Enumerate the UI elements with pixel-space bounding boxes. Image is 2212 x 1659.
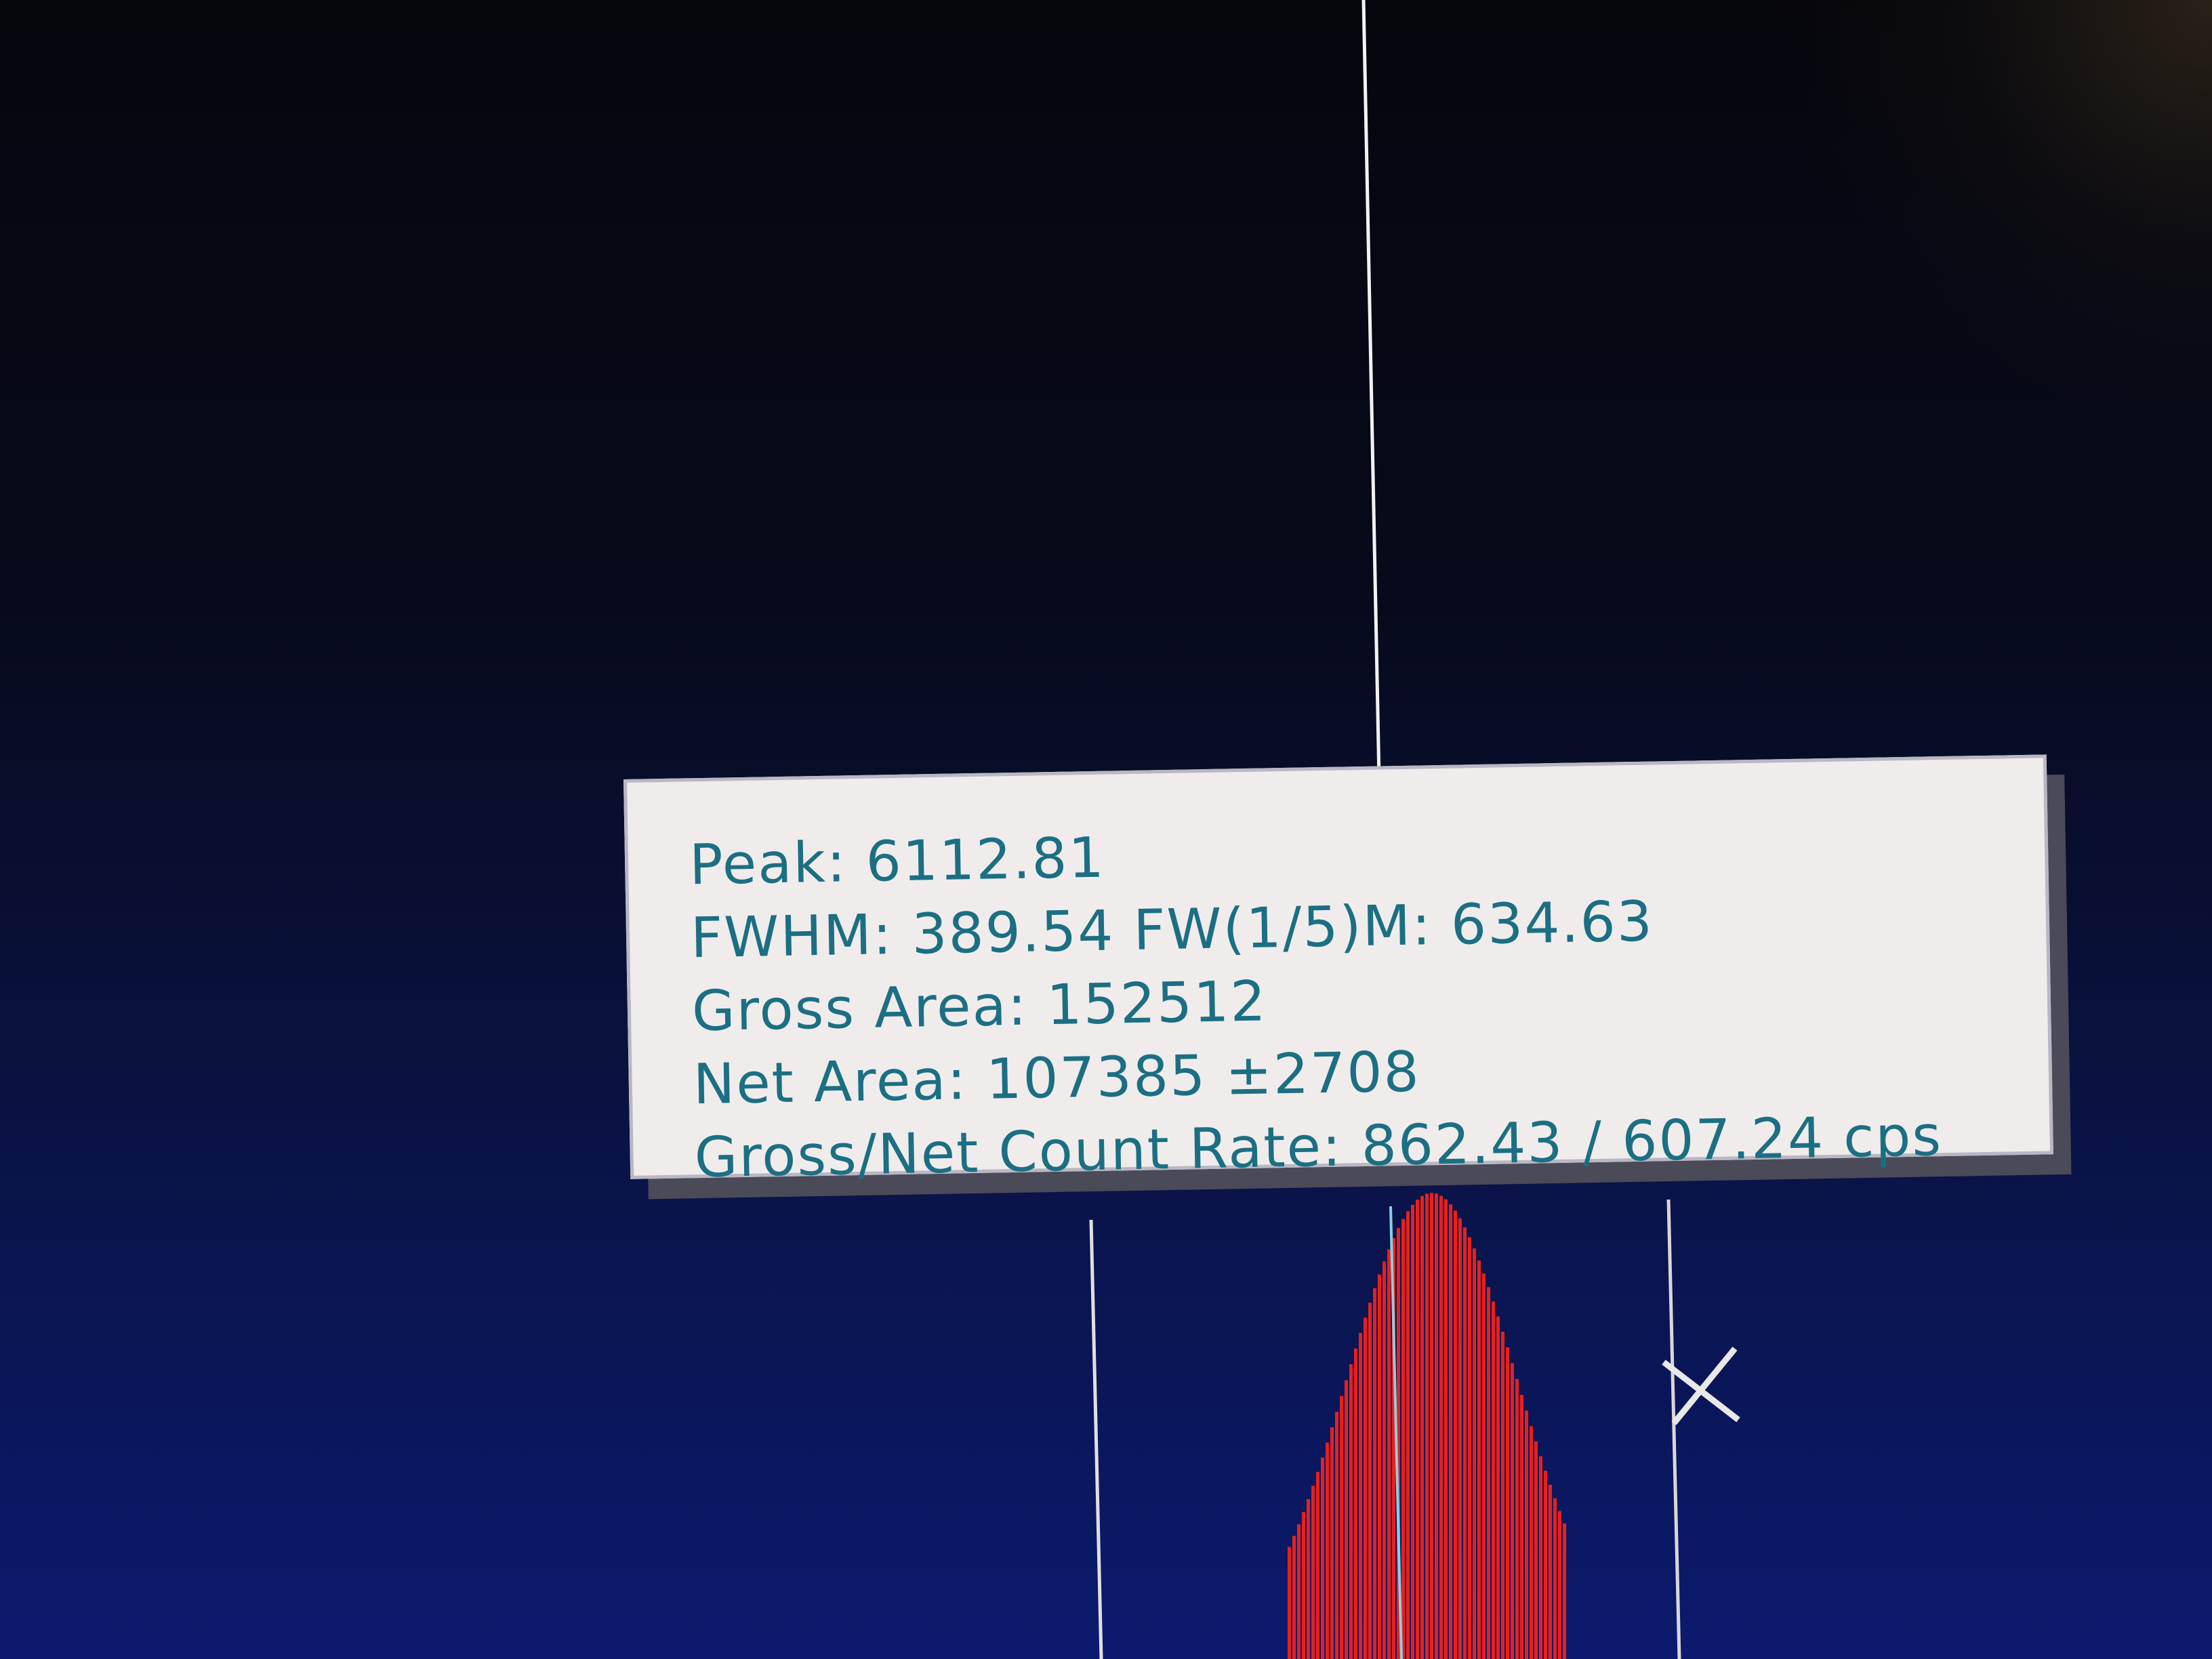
peak-bar <box>1525 1410 1528 1659</box>
peak-bar <box>1477 1260 1481 1659</box>
peak-bar <box>1297 1524 1300 1659</box>
peak-bar <box>1473 1248 1476 1659</box>
peak-bar <box>1292 1536 1296 1659</box>
peak-bar <box>1387 1249 1391 1659</box>
peak-center-cursor[interactable] <box>1361 0 1381 780</box>
roi-left-marker[interactable] <box>1089 1219 1103 1659</box>
peak-bar <box>1359 1332 1362 1659</box>
peak-bar <box>1553 1498 1557 1659</box>
peak-bar <box>1492 1301 1495 1659</box>
peak-bar <box>1549 1484 1552 1659</box>
peak-bar <box>1482 1273 1486 1659</box>
peak-bar <box>1530 1426 1533 1659</box>
peak-bar <box>1444 1199 1448 1659</box>
peak-bar <box>1534 1441 1538 1659</box>
peak-bar <box>1302 1512 1305 1659</box>
roi-right-marker[interactable] <box>1666 1199 1681 1659</box>
peak-info-tooltip: Peak: 6112.81 FWHM: 389.54 FW(1/5)M: 634… <box>623 754 2053 1190</box>
peak-bar <box>1373 1288 1376 1659</box>
peak-bar <box>1335 1412 1338 1659</box>
peak-bar <box>1368 1303 1372 1659</box>
peak-bar <box>1430 1193 1433 1659</box>
peak-bar <box>1468 1237 1471 1659</box>
peak-bar <box>1316 1471 1319 1659</box>
peak-bar <box>1439 1195 1443 1659</box>
peak-bar <box>1463 1227 1467 1659</box>
peak-bar <box>1349 1364 1353 1659</box>
peak-bar <box>1416 1200 1419 1659</box>
peak-bar <box>1378 1274 1381 1659</box>
peak-bar <box>1520 1395 1523 1659</box>
spectrum-display[interactable]: Peak: 6112.81 FWHM: 389.54 FW(1/5)M: 634… <box>0 0 2212 1659</box>
peak-bar <box>1449 1204 1452 1659</box>
peak-bar <box>1454 1210 1457 1659</box>
peak-bar <box>1382 1261 1386 1659</box>
peak-bar <box>1544 1471 1547 1659</box>
peak-bar <box>1340 1395 1343 1659</box>
peak-bar <box>1354 1348 1357 1659</box>
peak-bar <box>1506 1347 1509 1659</box>
peak-bar <box>1501 1332 1504 1659</box>
peak-bar <box>1406 1211 1410 1659</box>
peak-histogram <box>1288 1193 1566 1659</box>
peak-bar <box>1435 1193 1438 1659</box>
peak-bar <box>1420 1195 1424 1659</box>
peak-bar <box>1425 1193 1429 1659</box>
peak-bar <box>1515 1378 1519 1659</box>
peak-bar <box>1487 1287 1490 1659</box>
peak-bar <box>1511 1363 1514 1659</box>
peak-bar <box>1288 1547 1291 1659</box>
peak-bar <box>1345 1380 1348 1659</box>
peak-bar <box>1307 1499 1310 1659</box>
peak-bar <box>1411 1204 1414 1659</box>
peak-bar <box>1539 1456 1542 1659</box>
peak-bar <box>1311 1486 1315 1659</box>
peak-bar <box>1326 1442 1329 1659</box>
peak-bar <box>1401 1218 1405 1659</box>
peak-bar <box>1364 1317 1367 1659</box>
peak-bar <box>1496 1316 1500 1659</box>
peak-bar <box>1558 1511 1561 1659</box>
peak-bar <box>1330 1427 1334 1659</box>
peak-bar <box>1321 1457 1324 1659</box>
peak-bar <box>1458 1218 1462 1659</box>
peak-bar <box>1563 1523 1566 1659</box>
